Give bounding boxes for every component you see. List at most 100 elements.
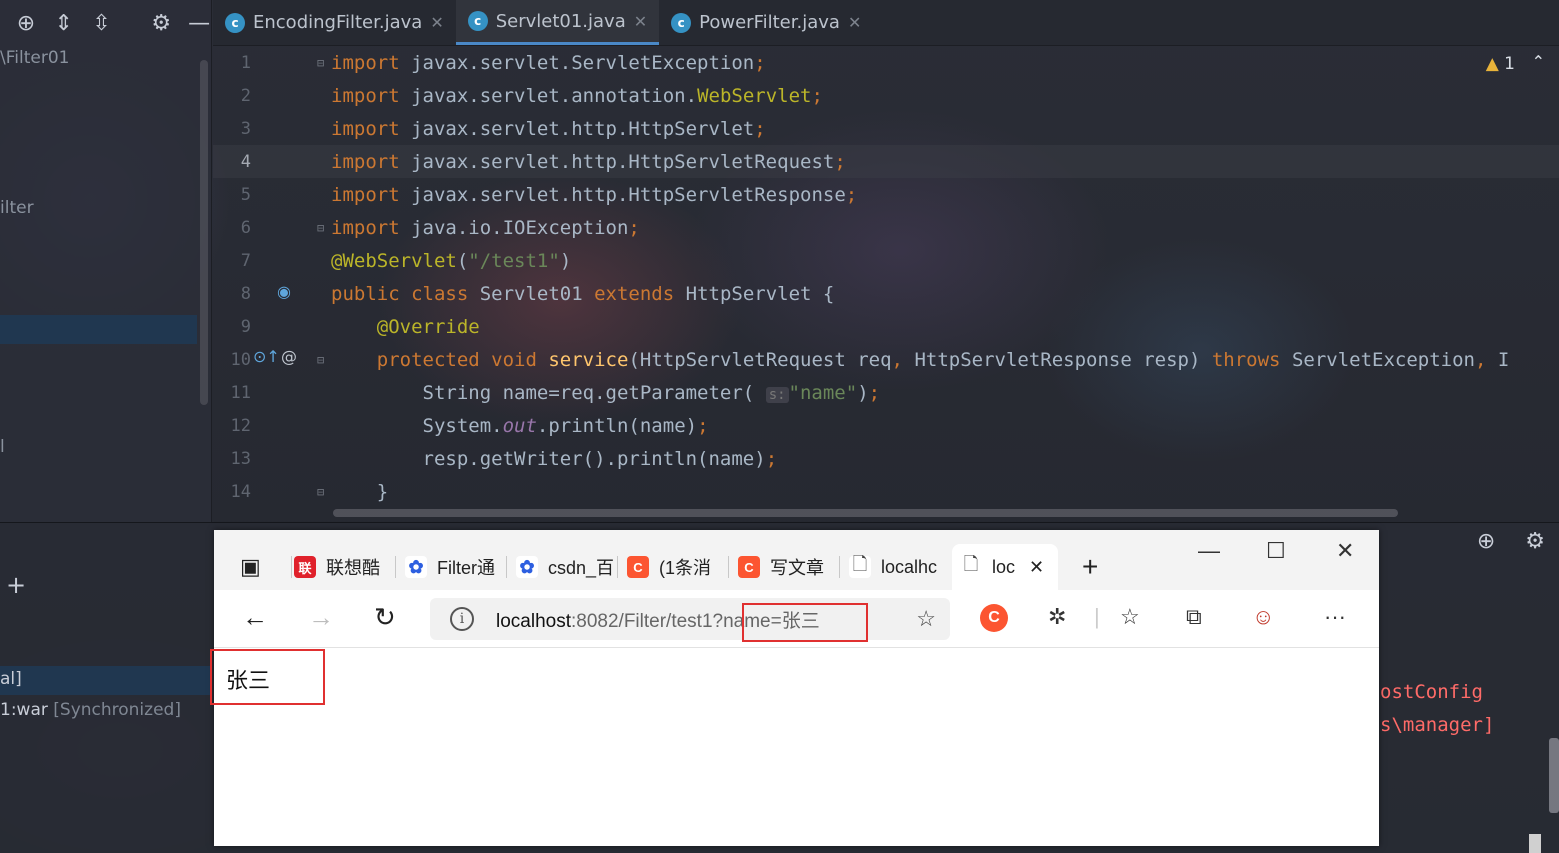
run-servlet-icon[interactable]: ◉	[277, 282, 291, 301]
line-number: 5	[240, 184, 251, 205]
info-icon[interactable]: i	[450, 607, 474, 631]
code-editor[interactable]: 14 ⊟ } 13 resp.getWriter().println(name); 1…	[213, 46, 1559, 522]
code-token: ;	[754, 117, 766, 140]
code-token: javax.servlet.http.HttpServlet	[411, 117, 755, 140]
console-scrollbar[interactable]	[1549, 738, 1559, 813]
fold-icon[interactable]: ⊟	[317, 221, 324, 235]
code-token: ;	[697, 414, 709, 437]
browser-tab-active[interactable]: 🗋 loc ✕	[952, 544, 1058, 590]
code-line[interactable]: 11 String name=req.getParameter( s: "name…	[213, 376, 1559, 409]
expand-all-icon[interactable]: ⇕	[52, 11, 76, 36]
tree-item-l[interactable]: l	[0, 437, 5, 457]
forward-icon[interactable]: →	[308, 602, 334, 633]
add-icon[interactable]: +	[6, 571, 26, 599]
collapse-all-icon[interactable]: ⇳	[90, 11, 114, 36]
gear-icon[interactable]: ⚙	[149, 11, 173, 36]
line-number: 11	[230, 382, 251, 403]
close-tab-icon[interactable]: ✕	[1029, 557, 1044, 578]
code-token: public class	[331, 282, 480, 305]
more-options-icon[interactable]: ···	[1324, 604, 1346, 630]
back-icon[interactable]: ←	[242, 602, 268, 633]
add-favorite-icon[interactable]: ☆	[916, 606, 936, 632]
refresh-icon[interactable]: ↻	[374, 602, 396, 633]
chevron-up-icon[interactable]: ⌃	[1532, 52, 1545, 71]
service-item[interactable]: al]	[0, 669, 22, 689]
artifact-item[interactable]: 1:war [Synchronized]	[0, 700, 181, 720]
collections-icon[interactable]: ⧉	[1186, 604, 1202, 630]
code-line[interactable]: 14 ⊟ }	[213, 475, 1559, 508]
code-token: ServletException	[1291, 348, 1475, 371]
browser-tab-write[interactable]: C 写文章	[730, 544, 840, 590]
code-line[interactable]: 2 import javax.servlet.annotation.WebServ…	[213, 79, 1559, 112]
code-line[interactable]: 7 @WebServlet("/test1")	[213, 244, 1559, 277]
code-token: ;	[754, 51, 766, 74]
console-line: s\manager]	[1380, 714, 1495, 736]
code-line[interactable]: 9 @Override	[213, 310, 1559, 343]
code-line[interactable]: 5 import javax.servlet.http.HttpServletRe…	[213, 178, 1559, 211]
editor-tabs: c EncodingFilter.java ✕ c Servlet01.java…	[213, 0, 1559, 46]
tab-separator	[839, 556, 840, 578]
close-icon[interactable]: ✕	[430, 13, 443, 32]
browser-tab-filter[interactable]: ✿ Filter通	[397, 544, 507, 590]
page-icon: 🗋	[960, 554, 982, 578]
address-bar[interactable]: i localhost:8082/Filter/test1?name=张三 ☆	[430, 598, 950, 640]
project-panel: ⊕ ⇕ ⇳ ⚙ — \Filter01 ilter l	[0, 0, 212, 522]
gear-icon[interactable]: ⚙	[1525, 529, 1545, 554]
fold-icon[interactable]: ⊟	[317, 485, 324, 499]
target-icon[interactable]: ⊕	[1477, 529, 1495, 554]
code-line[interactable]: 13 resp.getWriter().println(name);	[213, 442, 1559, 475]
maximize-window-icon[interactable]: ☐	[1266, 538, 1286, 564]
code-line[interactable]: 12 System.out.println(name);	[213, 409, 1559, 442]
minimize-window-icon[interactable]: —	[1198, 538, 1220, 564]
close-icon[interactable]: ✕	[848, 13, 861, 32]
tree-item-filter[interactable]: ilter	[0, 198, 34, 218]
csdn-icon: C	[627, 556, 649, 578]
csdn-extension-icon[interactable]: C	[980, 604, 1008, 632]
new-tab-button[interactable]: +	[1074, 544, 1114, 590]
code-line[interactable]: 6 ⊟ import java.io.IOException;	[213, 211, 1559, 244]
service-selected-row[interactable]	[0, 666, 212, 695]
close-icon[interactable]: ✕	[634, 12, 647, 31]
browser-tab-csdn-search[interactable]: ✿ csdn_百	[508, 544, 618, 590]
fold-icon[interactable]: ⊟	[317, 353, 324, 367]
browser-tab-messages[interactable]: C (1条消	[619, 544, 729, 590]
line-number: 4	[240, 151, 251, 172]
line-number: 10	[230, 349, 251, 370]
line-number: 13	[230, 448, 251, 469]
console-scroll-thumb[interactable]	[1529, 834, 1541, 853]
override-icon[interactable]: ⊙↑	[253, 347, 280, 366]
extensions-icon[interactable]: ✲	[1048, 604, 1066, 630]
tab-encodingfilter[interactable]: c EncodingFilter.java ✕	[213, 0, 456, 45]
editor-hscrollbar[interactable]	[333, 509, 1398, 517]
tree-item-filter01[interactable]: \Filter01	[0, 48, 69, 68]
tab-label: EncodingFilter.java	[253, 12, 423, 33]
code-line[interactable]: 3 import javax.servlet.http.HttpServlet;	[213, 112, 1559, 145]
tree-selected-row[interactable]	[0, 315, 197, 344]
close-window-icon[interactable]: ✕	[1336, 538, 1354, 564]
project-scrollbar[interactable]	[200, 60, 208, 405]
line-number: 3	[240, 118, 251, 139]
browser-tab-label: localhc	[881, 556, 938, 577]
code-line[interactable]: 4 import javax.servlet.http.HttpServletRe…	[213, 145, 1559, 178]
tab-actions-button[interactable]: ▣	[232, 544, 292, 590]
minimize-icon[interactable]: —	[187, 11, 211, 36]
code-line[interactable]: 10 ⊟ protected void service(HttpServletRe…	[213, 343, 1559, 376]
warning-indicator[interactable]: ▲ 1	[1486, 54, 1515, 74]
favorites-icon[interactable]: ☆	[1120, 604, 1140, 630]
browser-tab-label: 联想酷	[326, 558, 380, 578]
code-token: ;	[628, 216, 640, 239]
tab-separator	[395, 556, 396, 578]
code-line[interactable]: 8 public class Servlet01 extends HttpServ…	[213, 277, 1559, 310]
code-line[interactable]: 1 ⊟ import javax.servlet.ServletException;	[213, 46, 1559, 79]
tab-servlet01[interactable]: c Servlet01.java ✕	[455, 0, 660, 45]
profile-avatar-icon[interactable]: ☺	[1252, 604, 1274, 630]
code-text: @WebServlet("/test1")	[331, 250, 571, 272]
url-path: :8082/Filter/test1?	[571, 610, 724, 632]
tab-powerfilter[interactable]: c PowerFilter.java ✕	[659, 0, 873, 45]
locate-icon[interactable]: ⊕	[14, 11, 38, 36]
page-icon: 🗋	[849, 554, 871, 578]
browser-tab-localhost[interactable]: 🗋 localhc	[841, 544, 951, 590]
fold-icon[interactable]: ⊟	[317, 56, 324, 70]
browser-tab-lenovo[interactable]: 联 联想酷	[286, 544, 396, 590]
project-toolbar: ⊕ ⇕ ⇳ ⚙ —	[0, 0, 211, 46]
